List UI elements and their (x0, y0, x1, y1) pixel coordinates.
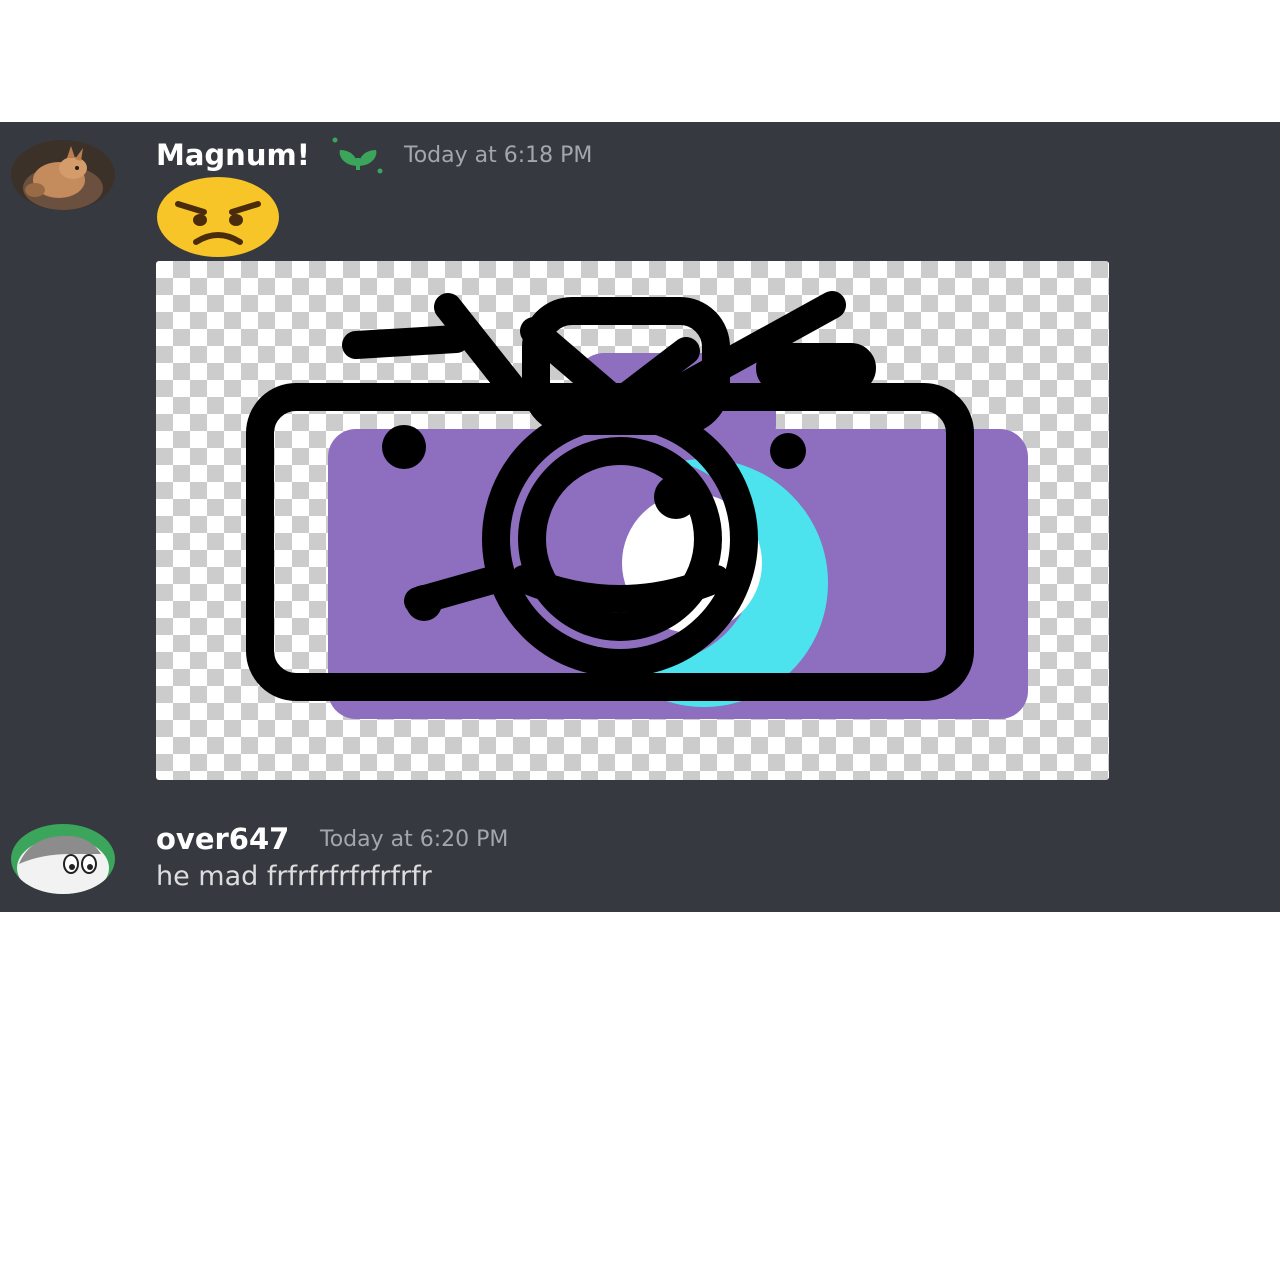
chat-messages-panel: Magnum! Today at 6:18 PM over647 Today a… (0, 122, 1280, 912)
username[interactable]: over647 (156, 822, 289, 856)
username[interactable]: Magnum! (156, 138, 310, 172)
user-avatar-over647[interactable] (11, 824, 115, 894)
timestamp: Today at 6:18 PM (404, 143, 593, 168)
message-text: he mad frfrfrfrfrfrfrfr (156, 861, 432, 892)
angry-face-emoji[interactable] (156, 176, 280, 262)
camera-logo-image[interactable] (156, 261, 1109, 780)
user-avatar-magnum[interactable] (11, 140, 115, 210)
timestamp: Today at 6:20 PM (320, 827, 509, 852)
sprout-badge-icon (330, 136, 386, 180)
